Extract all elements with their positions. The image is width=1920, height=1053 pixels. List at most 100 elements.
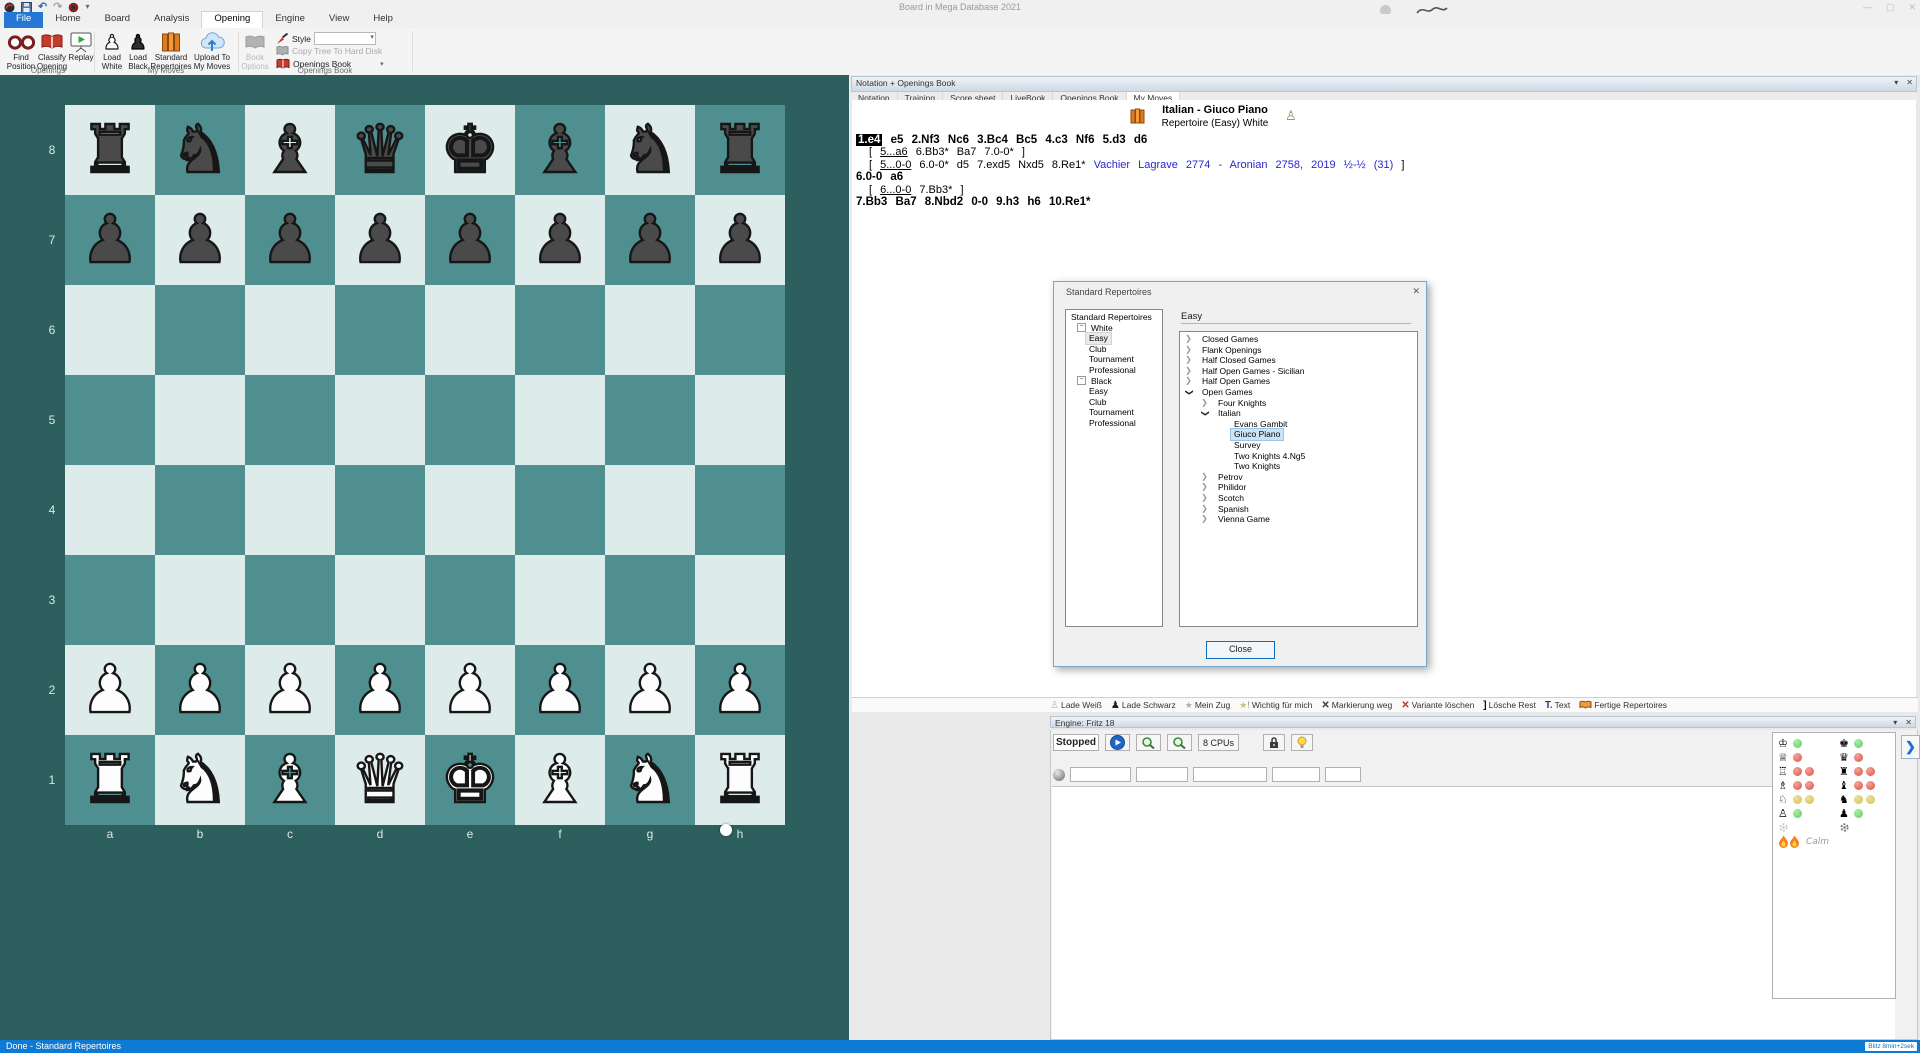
main-line[interactable]: 6.0-0 a6 — [856, 171, 1756, 183]
board-square[interactable]: ♟ — [695, 645, 785, 735]
black-piece-prob-row[interactable]: ♜ — [1839, 765, 1875, 778]
tree-item-professional[interactable]: Professional — [1066, 418, 1162, 429]
board-square[interactable]: ♟ — [515, 195, 605, 285]
ribbon-tab-engine[interactable]: Engine — [263, 12, 317, 28]
opening-item-petrov[interactable]: ❯Petrov — [1180, 472, 1417, 483]
black-piece-prob-row[interactable]: ♛ — [1839, 751, 1863, 764]
board-square[interactable]: ♚ — [425, 105, 515, 195]
board-square[interactable] — [335, 375, 425, 465]
chevron-expanded-icon[interactable]: ❯ — [1199, 409, 1210, 418]
variation-start-move[interactable]: 6...0-0 — [880, 184, 911, 196]
board-square[interactable]: ♟ — [515, 645, 605, 735]
board-square[interactable]: ♛ — [335, 105, 425, 195]
board-square[interactable] — [65, 555, 155, 645]
opening-item-half-closed-games[interactable]: ❯Half Closed Games — [1180, 355, 1417, 366]
black-piece[interactable]: ♟ — [440, 207, 499, 273]
white-piece[interactable]: ♟ — [620, 657, 679, 723]
ribbon-tab-board[interactable]: Board — [93, 12, 142, 28]
board-square[interactable] — [335, 285, 425, 375]
toolbar-wichtig-f-r-mich[interactable]: ★!Wichtig für mich — [1239, 700, 1312, 711]
tree-item-club[interactable]: Club — [1066, 344, 1162, 355]
black-piece[interactable]: ♝ — [530, 117, 589, 183]
variation-line[interactable]: [ 5...0-0 6.0-0* d5 7.exd5 Nxd5 8.Re1* V… — [856, 159, 1756, 171]
board-square[interactable]: ♟ — [335, 645, 425, 735]
white-piece-prob-row[interactable]: ♔ — [1778, 737, 1802, 750]
white-piece[interactable]: ♝ — [260, 747, 319, 813]
board-square[interactable] — [335, 465, 425, 555]
white-piece[interactable]: ♟ — [80, 657, 139, 723]
board-square[interactable]: ♟ — [425, 195, 515, 285]
chevron-expanded-icon[interactable]: ❯ — [1183, 388, 1194, 397]
board-square[interactable] — [155, 465, 245, 555]
chevron-right-icon[interactable]: ❯ — [1184, 345, 1193, 356]
board-square[interactable] — [245, 555, 335, 645]
black-piece[interactable]: ♟ — [170, 207, 229, 273]
engine-output-area[interactable] — [1052, 786, 1895, 1039]
black-piece[interactable]: ♟ — [530, 207, 589, 273]
black-piece[interactable]: ♟ — [260, 207, 319, 273]
board-square[interactable] — [65, 285, 155, 375]
cpu-count-button[interactable]: 8 CPUs — [1198, 734, 1239, 751]
board-square[interactable] — [605, 375, 695, 465]
white-piece[interactable]: ♞ — [170, 747, 229, 813]
board-square[interactable]: ♞ — [155, 735, 245, 825]
toolbar-markierung-weg[interactable]: ✕Markierung weg — [1321, 700, 1392, 711]
black-piece[interactable]: ♜ — [80, 117, 139, 183]
replay-button[interactable]: Replay — [68, 30, 94, 63]
black-piece[interactable]: ♞ — [170, 117, 229, 183]
style-button[interactable]: Style — [276, 32, 376, 45]
engine-value-field[interactable] — [1272, 767, 1320, 782]
opening-item-open-games[interactable]: ❯Open Games — [1180, 387, 1417, 398]
white-piece[interactable]: ♞ — [620, 747, 679, 813]
black-piece-prob-row[interactable]: ♞ — [1839, 793, 1875, 806]
white-piece-prob-row[interactable]: ♘ — [1778, 793, 1814, 806]
mood-row[interactable]: Calm — [1778, 835, 1829, 848]
board-square[interactable]: ♜ — [695, 735, 785, 825]
board-square[interactable] — [515, 375, 605, 465]
board-square[interactable] — [65, 465, 155, 555]
board-square[interactable]: ♝ — [515, 735, 605, 825]
close-button[interactable]: Close — [1206, 641, 1275, 659]
board-square[interactable] — [605, 285, 695, 375]
board-square[interactable] — [245, 375, 335, 465]
pane-menu-icon[interactable]: ▾ — [1894, 78, 1898, 87]
board-square[interactable]: ♛ — [335, 735, 425, 825]
variation-line[interactable]: [ 5...a6 6.Bb3* Ba7 7.0-0* ] — [856, 146, 1756, 158]
black-piece-prob-row[interactable]: ♟ — [1839, 807, 1863, 820]
maximize-icon[interactable]: ▢ — [1886, 2, 1895, 13]
pane-menu-icon[interactable]: ▾ — [1893, 718, 1897, 727]
board-square[interactable] — [65, 375, 155, 465]
engine-start-button[interactable] — [1105, 734, 1130, 751]
engine-value-field[interactable] — [1070, 767, 1131, 782]
opening-item-vienna-game[interactable]: ❯Vienna Game — [1180, 514, 1417, 525]
opening-item-two-knights[interactable]: Two Knights — [1180, 461, 1417, 472]
board-square[interactable]: ♟ — [155, 645, 245, 735]
collapse-icon[interactable]: − — [1077, 376, 1086, 385]
main-line[interactable]: 7.Bb3 Ba7 8.Nbd2 0-0 9.h3 h6 10.Re1* — [856, 196, 1756, 208]
board-square[interactable] — [425, 465, 515, 555]
minimize-icon[interactable]: — — [1863, 2, 1872, 13]
board-square[interactable]: ♞ — [605, 105, 695, 195]
board-square[interactable] — [335, 555, 425, 645]
piece-probability-panel[interactable]: ♔♚♕♛♖♜♗♝♘♞♙♟Calm — [1772, 732, 1896, 999]
black-piece-prob-row[interactable]: ♚ — [1839, 737, 1863, 750]
opening-item-scotch[interactable]: ❯Scotch — [1180, 493, 1417, 504]
black-piece-prob-row[interactable]: ♝ — [1839, 779, 1875, 792]
board-square[interactable]: ♟ — [605, 645, 695, 735]
variation-start-move[interactable]: 5...a6 — [880, 146, 908, 158]
board-square[interactable]: ♝ — [515, 105, 605, 195]
tree-item-tournament[interactable]: Tournament — [1066, 407, 1162, 418]
ribbon-tab-opening[interactable]: Opening — [201, 11, 263, 28]
standard-repertoires-button[interactable]: Standard Repertoires — [152, 30, 190, 71]
board-square[interactable] — [425, 285, 515, 375]
chevron-right-icon[interactable]: ❯ — [1184, 334, 1193, 345]
white-piece-prob-row[interactable]: ♕ — [1778, 751, 1802, 764]
toolbar-fertige-repertoires[interactable]: Fertige Repertoires — [1579, 700, 1667, 710]
board-square[interactable]: ♟ — [245, 645, 335, 735]
white-piece[interactable]: ♟ — [440, 657, 499, 723]
toolbar-lade-wei-[interactable]: ♙Lade Weiß — [1050, 700, 1102, 711]
load-black-button[interactable]: ♟Load Black — [126, 30, 150, 71]
board-square[interactable] — [155, 285, 245, 375]
white-piece-prob-row[interactable]: ♙ — [1778, 807, 1802, 820]
black-piece[interactable]: ♛ — [350, 117, 409, 183]
